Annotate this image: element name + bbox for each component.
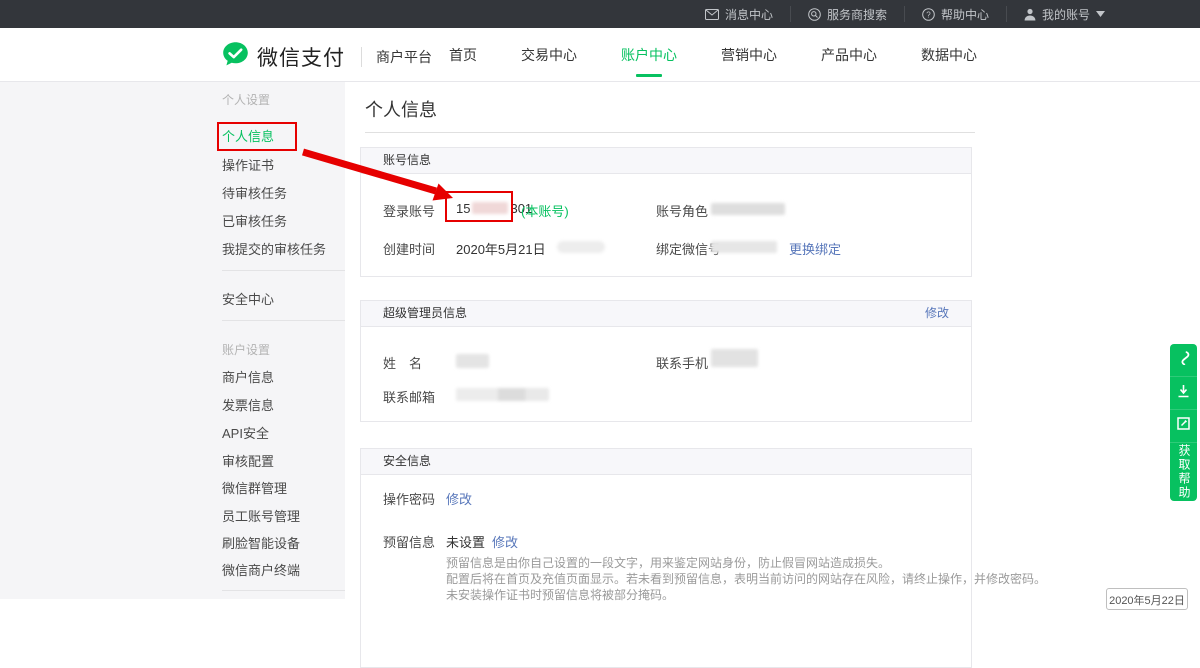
main-content: 个人信息 账号信息 登录账号 15301 (本账号) 账号角色 创建时间 202… [345,82,1200,599]
redacted-created-time [557,241,605,253]
topbar-item-label: 消息中心 [725,6,773,23]
contact-email-label: 联系邮箱 [383,387,435,406]
current-account-tag: (本账号) [521,201,569,220]
nav-item-account-center[interactable]: 账户中心 [621,27,677,83]
topbar-item-label: 帮助中心 [941,6,989,23]
rebind-link[interactable]: 更换绑定 [789,239,841,258]
svg-text:?: ? [926,10,931,19]
sidebar-divider [222,590,345,591]
sidebar-item-my-submitted-tasks[interactable]: 我提交的审核任务 [222,239,326,258]
feedback-button[interactable] [1170,410,1197,443]
sidebar-item-pending-review-tasks[interactable]: 待审核任务 [222,183,287,202]
sidebar-header-account-settings: 账户设置 [222,341,270,358]
wechat-pay-logo-icon [222,41,249,73]
name-label: 姓 名 [383,353,422,372]
topbar-item-label: 服务商搜索 [827,6,887,23]
super-admin-section: 超级管理员信息 修改 姓 名 联系手机 联系邮箱 [360,300,972,422]
sidebar-item-operation-certificate[interactable]: 操作证书 [222,155,274,174]
topbar-items: 消息中心 服务商搜索 ? 帮助中心 我的账号 [688,0,1122,28]
get-help-button[interactable]: 获取帮助 [1170,443,1197,501]
created-time-label: 创建时间 [383,239,435,258]
sidebar-item-face-pay-devices[interactable]: 刷脸智能设备 [222,533,300,552]
hotline-link-button[interactable] [1170,344,1197,377]
reserved-info-status: 未设置 [446,532,485,551]
password-modify-link[interactable]: 修改 [446,489,472,508]
topbar-provider-search[interactable]: 服务商搜索 [791,0,904,28]
logo-divider [361,47,362,67]
reserved-modify-link[interactable]: 修改 [492,532,518,551]
download-icon [1177,384,1190,403]
reserved-info-description: 预留信息是由你自己设置的一段文字，用来鉴定网站身份，防止假冒网站造成损失。 配置… [446,555,1046,603]
account-section-title: 账号信息 [383,148,431,173]
main-nav: 首页 交易中心 账户中心 营销中心 产品中心 数据中心 [449,28,977,81]
logo-text: 微信支付 [257,42,345,72]
account-role-label: 账号角色 [656,201,708,220]
sidebar-header-personal-settings: 个人设置 [222,91,270,108]
topbar-help-center[interactable]: ? 帮助中心 [905,0,1006,28]
admin-section-title: 超级管理员信息 [383,301,467,326]
topbar: 消息中心 服务商搜索 ? 帮助中心 我的账号 [0,0,1200,28]
sidebar-item-personal-info[interactable]: 个人信息 [222,126,274,145]
header: 微信支付 商户平台 首页 交易中心 账户中心 营销中心 产品中心 数据中心 [0,28,1200,82]
nav-item-transactions[interactable]: 交易中心 [521,27,577,83]
link-icon [1177,350,1190,370]
user-icon [1024,8,1036,21]
sidebar-item-merchant-info[interactable]: 商户信息 [222,367,274,386]
search-circle-icon [808,8,821,21]
nav-item-home[interactable]: 首页 [449,27,477,83]
topbar-item-label: 我的账号 [1042,6,1090,23]
sidebar: 个人设置 个人信息 操作证书 待审核任务 已审核任务 我提交的审核任务 安全中心… [222,82,345,599]
nav-item-data-center[interactable]: 数据中心 [921,27,977,83]
question-circle-icon: ? [922,8,935,21]
redacted-account-role [711,203,785,215]
contact-phone-label: 联系手机 [656,353,708,372]
page-title: 个人信息 [365,96,437,122]
reserved-info-label: 预留信息 [383,532,435,551]
caret-down-icon [1096,11,1105,17]
platform-label: 商户平台 [376,47,432,67]
redacted-wechat-id [711,241,777,253]
security-info-section: 安全信息 操作密码 修改 预留信息 未设置 修改 预留信息是由你自己设置的一段文… [360,448,972,668]
sidebar-item-review-config[interactable]: 审核配置 [222,451,274,470]
security-section-title: 安全信息 [383,449,431,474]
login-account-label: 登录账号 [383,201,435,220]
nav-item-products[interactable]: 产品中心 [821,27,877,83]
redacted-contact-phone [711,349,758,367]
logo[interactable]: 微信支付 商户平台 [222,41,432,73]
title-divider [365,132,975,133]
operation-password-label: 操作密码 [383,489,435,508]
sidebar-item-reviewed-tasks[interactable]: 已审核任务 [222,211,287,230]
topbar-message-center[interactable]: 消息中心 [688,0,790,28]
topbar-my-account[interactable]: 我的账号 [1007,0,1122,28]
redacted-contact-email [456,388,549,401]
sidebar-item-invoice-info[interactable]: 发票信息 [222,395,274,414]
sidebar-divider [222,320,345,321]
sidebar-item-wechat-group-mgmt[interactable]: 微信群管理 [222,478,287,497]
nav-item-marketing[interactable]: 营销中心 [721,27,777,83]
sidebar-item-merchant-terminal[interactable]: 微信商户终端 [222,560,300,579]
account-info-section: 账号信息 登录账号 15301 (本账号) 账号角色 创建时间 2020年5月2… [360,147,972,277]
redacted-phone-middle [472,202,508,214]
mail-icon [705,9,719,20]
sidebar-divider [222,270,345,271]
admin-modify-link[interactable]: 修改 [925,301,949,326]
created-time-value: 2020年5月21日 [456,239,546,258]
sidebar-item-security-center[interactable]: 安全中心 [222,289,274,308]
edit-icon [1177,417,1190,435]
floating-help-panel: 获取帮助 [1170,344,1197,501]
sidebar-item-staff-account-mgmt[interactable]: 员工账号管理 [222,506,300,525]
date-tooltip: 2020年5月22日 [1106,588,1188,610]
sidebar-item-api-security[interactable]: API安全 [222,423,269,442]
redacted-name [456,354,489,368]
download-button[interactable] [1170,377,1197,410]
